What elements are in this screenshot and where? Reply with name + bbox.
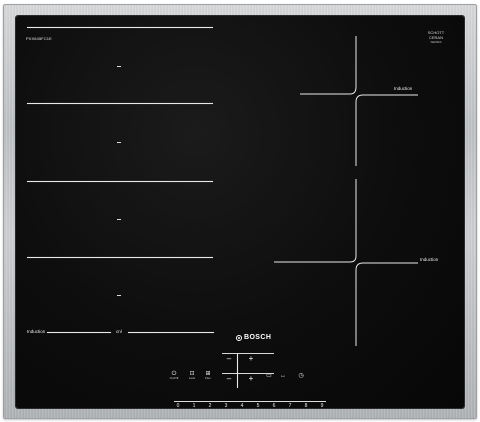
minus-button-upper[interactable]: –	[224, 355, 234, 363]
right-lower-corner-right	[355, 262, 418, 271]
minus-button-lower[interactable]: –	[224, 375, 234, 383]
power-button[interactable]: ⏻ On/Off	[168, 371, 180, 381]
flex-button[interactable]: ⊞ Flex	[202, 371, 214, 381]
power-level-6[interactable]: 6	[270, 402, 278, 408]
bosch-wordmark: BOSCH	[244, 334, 272, 341]
right-upper-induction-label: Induction	[394, 86, 413, 91]
power-level-8[interactable]: 8	[302, 402, 310, 408]
power-button-label: On/Off	[169, 376, 179, 380]
power-level-3[interactable]: 3	[222, 402, 230, 408]
lock-button[interactable]: ⊡ Lock	[186, 371, 198, 381]
boost-button[interactable]: ↔	[278, 373, 288, 379]
lock-button-label: Lock	[188, 376, 196, 380]
power-level-4[interactable]: 4	[238, 402, 246, 408]
power-level-9[interactable]: 9	[318, 402, 326, 408]
right-upper-corner-right	[355, 94, 418, 103]
memory-button[interactable]: ▭	[264, 373, 274, 379]
right-lower-induction-label: Induction	[420, 257, 439, 262]
power-level-5[interactable]: 5	[254, 402, 262, 408]
power-level-0[interactable]: 0	[174, 402, 182, 408]
bosch-logo: BOSCH	[236, 334, 271, 341]
bosch-armature-icon	[236, 334, 242, 341]
power-level-1[interactable]: 1	[190, 402, 198, 408]
power-level-7[interactable]: 7	[286, 402, 294, 408]
plus-button-upper[interactable]: +	[246, 355, 256, 363]
power-level-2[interactable]: 2	[206, 402, 214, 408]
right-upper-corner-left	[349, 86, 357, 95]
right-lower-corner-left	[349, 255, 357, 263]
selector-divider	[237, 354, 238, 388]
boost-icon: ↔	[280, 373, 286, 379]
right-zone-markings	[274, 36, 418, 346]
memory-icon: ▭	[266, 373, 272, 379]
power-level-slider[interactable]: 0 1 2 3 4 5 6 7 8 9	[174, 401, 326, 408]
timer-icon: ◷	[298, 373, 304, 379]
glass-cooktop: PXX645FC1E SCHOTT CERAN SERIES Induction…	[16, 16, 464, 408]
hob-image: PXX645FC1E SCHOTT CERAN SERIES Induction…	[0, 0, 480, 422]
plus-button-lower[interactable]: +	[246, 375, 256, 383]
flex-button-label: Flex	[205, 376, 211, 380]
timer-button[interactable]: ◷	[296, 373, 306, 379]
